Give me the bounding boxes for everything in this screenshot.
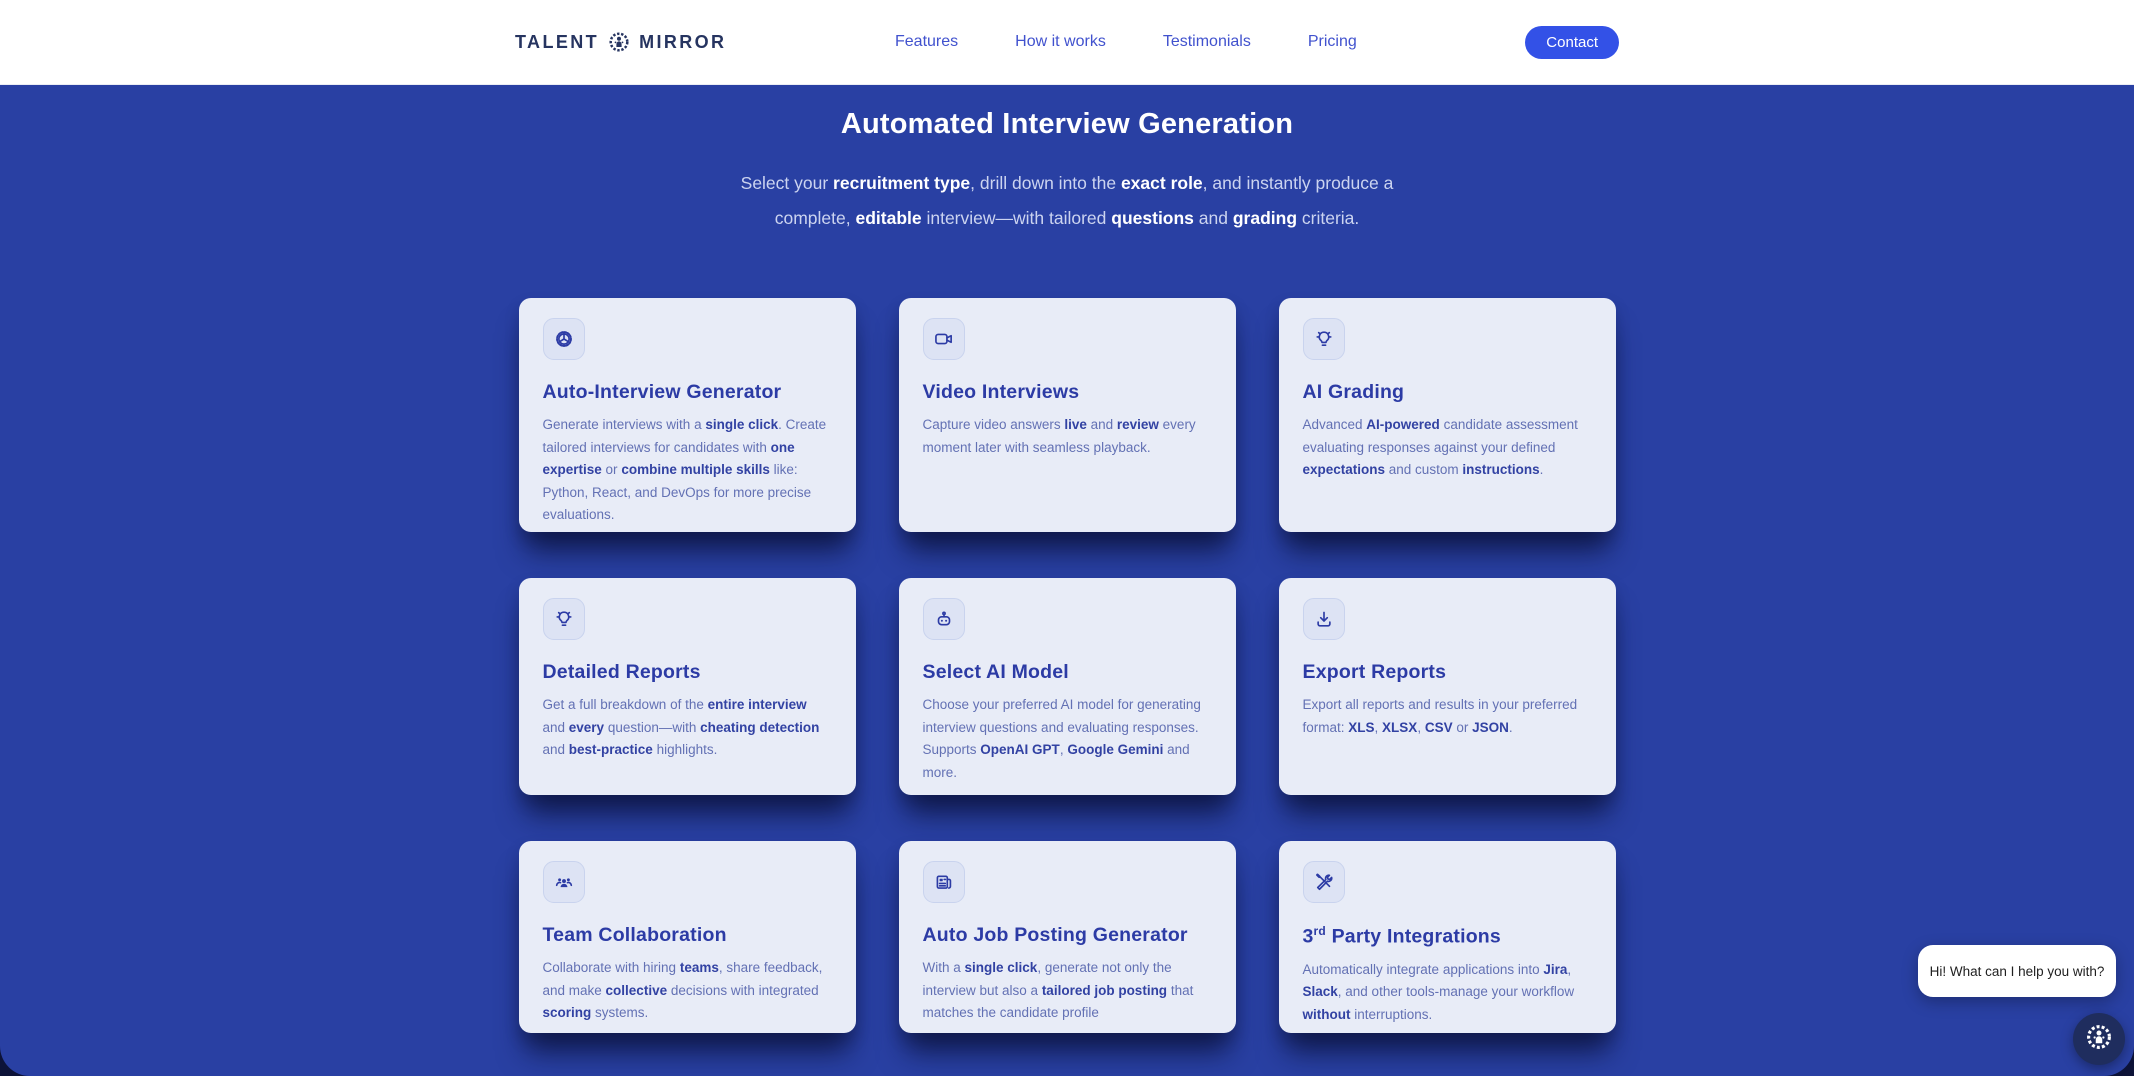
download-icon [1303, 598, 1345, 640]
lightbulb-icon [1303, 318, 1345, 360]
video-camera-icon [923, 318, 965, 360]
feature-card-export-reports: Export Reports Export all reports and re… [1279, 578, 1616, 795]
feature-card-video-interviews: Video Interviews Capture video answers l… [899, 298, 1236, 532]
card-description: With a single click, generate not only t… [923, 957, 1212, 1025]
feature-card-third-party-integrations: 3rd Party Integrations Automatically int… [1279, 841, 1616, 1033]
card-description: Choose your preferred AI model for gener… [923, 694, 1212, 784]
team-icon [543, 861, 585, 903]
nav-link-testimonials[interactable]: Testimonials [1163, 33, 1251, 51]
tools-icon [1303, 861, 1345, 903]
card-description: Advanced AI-powered candidate assessment… [1303, 414, 1592, 482]
gear-icon [543, 318, 585, 360]
page-title: Automated Interview Generation [0, 85, 2134, 142]
card-title: Team Collaboration [543, 924, 832, 947]
feature-card-select-ai-model: Select AI Model Choose your preferred AI… [899, 578, 1236, 795]
nav-link-features[interactable]: Features [895, 33, 958, 51]
feature-card-auto-job-posting: Auto Job Posting Generator With a single… [899, 841, 1236, 1033]
top-navigation-bar: TALENT MIRROR Features How it works Test… [0, 0, 2134, 85]
feature-card-auto-interview-generator: Auto-Interview Generator Generate interv… [519, 298, 856, 532]
card-description: Get a full breakdown of the entire inter… [543, 694, 832, 762]
card-title: Select AI Model [923, 661, 1212, 684]
card-title: Detailed Reports [543, 661, 832, 684]
card-description: Collaborate with hiring teams, share fee… [543, 957, 832, 1025]
card-description: Capture video answers live and review ev… [923, 414, 1212, 459]
card-title: Auto Job Posting Generator [923, 924, 1212, 947]
card-title: 3rd Party Integrations [1303, 924, 1592, 949]
page-subtitle: Select your recruitment type, drill down… [622, 166, 1512, 236]
gear-person-icon [607, 30, 631, 54]
gear-person-icon [2084, 1022, 2114, 1057]
chat-greeting-bubble[interactable]: Hi! What can I help you with? [1918, 945, 2116, 997]
feature-card-detailed-reports: Detailed Reports Get a full breakdown of… [519, 578, 856, 795]
subtitle-line-2: complete, editable interview—with tailor… [622, 201, 1512, 236]
nav-link-how-it-works[interactable]: How it works [1015, 33, 1106, 51]
main-nav: Features How it works Testimonials Prici… [895, 33, 1357, 51]
newspaper-icon [923, 861, 965, 903]
contact-button[interactable]: Contact [1525, 26, 1619, 59]
card-description: Export all reports and results in your p… [1303, 694, 1592, 739]
card-description: Automatically integrate applications int… [1303, 959, 1592, 1027]
brand-word-right: MIRROR [639, 32, 726, 53]
brand-logo[interactable]: TALENT MIRROR [515, 30, 726, 54]
card-title: Export Reports [1303, 661, 1592, 684]
subtitle-line-1: Select your recruitment type, drill down… [622, 166, 1512, 201]
feature-card-team-collaboration: Team Collaboration Collaborate with hiri… [519, 841, 856, 1033]
lightbulb-icon [543, 598, 585, 640]
card-title: Auto-Interview Generator [543, 381, 832, 404]
robot-icon [923, 598, 965, 640]
card-description: Generate interviews with a single click.… [543, 414, 832, 527]
feature-card-ai-grading: AI Grading Advanced AI-powered candidate… [1279, 298, 1616, 532]
brand-word-left: TALENT [515, 32, 599, 53]
chat-launcher-button[interactable] [2073, 1013, 2125, 1065]
features-section: Automated Interview Generation Select yo… [0, 85, 2134, 1076]
feature-cards-grid: Auto-Interview Generator Generate interv… [519, 298, 1616, 1033]
card-title: Video Interviews [923, 381, 1212, 404]
card-title: AI Grading [1303, 381, 1592, 404]
nav-link-pricing[interactable]: Pricing [1308, 33, 1357, 51]
